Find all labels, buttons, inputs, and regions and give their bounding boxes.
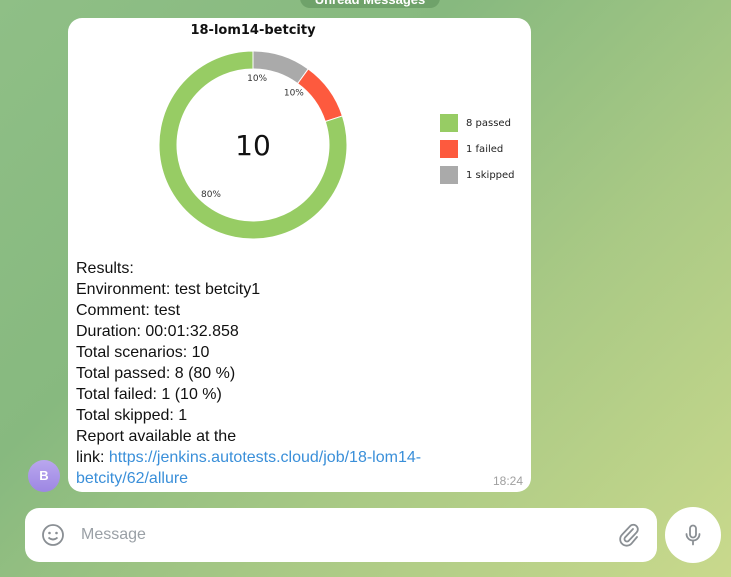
scenarios-line: Total scenarios: 10 (76, 342, 506, 363)
message-composer: Message (25, 508, 657, 562)
emoji-icon[interactable] (41, 523, 65, 547)
legend-item-passed: 8 passed (440, 110, 515, 136)
label: link: (76, 449, 109, 466)
failed-line: Total failed: 1 (10 %) (76, 384, 506, 405)
slice-label: 10% (284, 89, 304, 99)
report-line: Report available at the (76, 428, 237, 445)
message-time: 18:24 (492, 474, 523, 488)
avatar[interactable]: B (28, 460, 60, 492)
label: Environment: (76, 281, 171, 298)
slice-label: 80% (201, 190, 221, 200)
report-link[interactable]: https://jenkins.autotests.cloud/job/18-l… (76, 449, 421, 487)
passed-line: Total passed: 8 (80 %) (76, 363, 506, 384)
message-text: Results: Environment: test betcity1 Comm… (76, 258, 506, 489)
value: 8 (80 %) (170, 365, 236, 382)
value: 1 (173, 407, 188, 424)
value: 00:01:32.858 (140, 323, 239, 340)
skipped-line: Total skipped: 1 (76, 405, 506, 426)
microphone-icon (685, 524, 701, 546)
link-line: link: https://jenkins.autotests.cloud/jo… (76, 447, 506, 489)
voice-record-button[interactable] (665, 507, 721, 563)
label: Total scenarios: (76, 344, 188, 361)
legend-label: 1 skipped (466, 169, 515, 181)
label: Duration: (76, 323, 141, 340)
label: Total failed: (76, 386, 157, 403)
environment-line: Environment: test betcity1 (76, 279, 506, 300)
label: Total passed: (76, 365, 171, 382)
label: Comment: (76, 302, 150, 319)
legend-label: 8 passed (466, 117, 511, 129)
donut-chart: 10% 10% 80% 10 (158, 50, 348, 240)
value: test (149, 302, 181, 319)
chart-legend: 8 passed 1 failed 1 skipped (440, 110, 515, 188)
results-heading: Results: (76, 260, 134, 277)
value: test betcity1 (170, 281, 261, 298)
slice-label: 10% (247, 74, 267, 84)
center-total: 10 (235, 129, 271, 162)
value: 10 (187, 344, 210, 361)
label: Total skipped: (76, 407, 174, 424)
unread-messages-badge: Unread Messages (300, 0, 440, 8)
slice-1-failed (296, 68, 344, 123)
legend-swatch (440, 140, 458, 158)
legend-swatch (440, 166, 458, 184)
comment-line: Comment: test (76, 300, 506, 321)
duration-line: Duration: 00:01:32.858 (76, 321, 506, 342)
legend-item-failed: 1 failed (440, 136, 515, 162)
message-bubble: 18-lom14-betcity 10% 10% 80% 10 8 passed 1 … (68, 18, 531, 492)
attach-icon[interactable] (617, 523, 641, 547)
legend-label: 1 failed (466, 143, 504, 155)
message-input[interactable]: Message (81, 526, 146, 544)
legend-item-skipped: 1 skipped (440, 162, 515, 188)
value: 1 (10 %) (156, 386, 222, 403)
legend-swatch (440, 114, 458, 132)
